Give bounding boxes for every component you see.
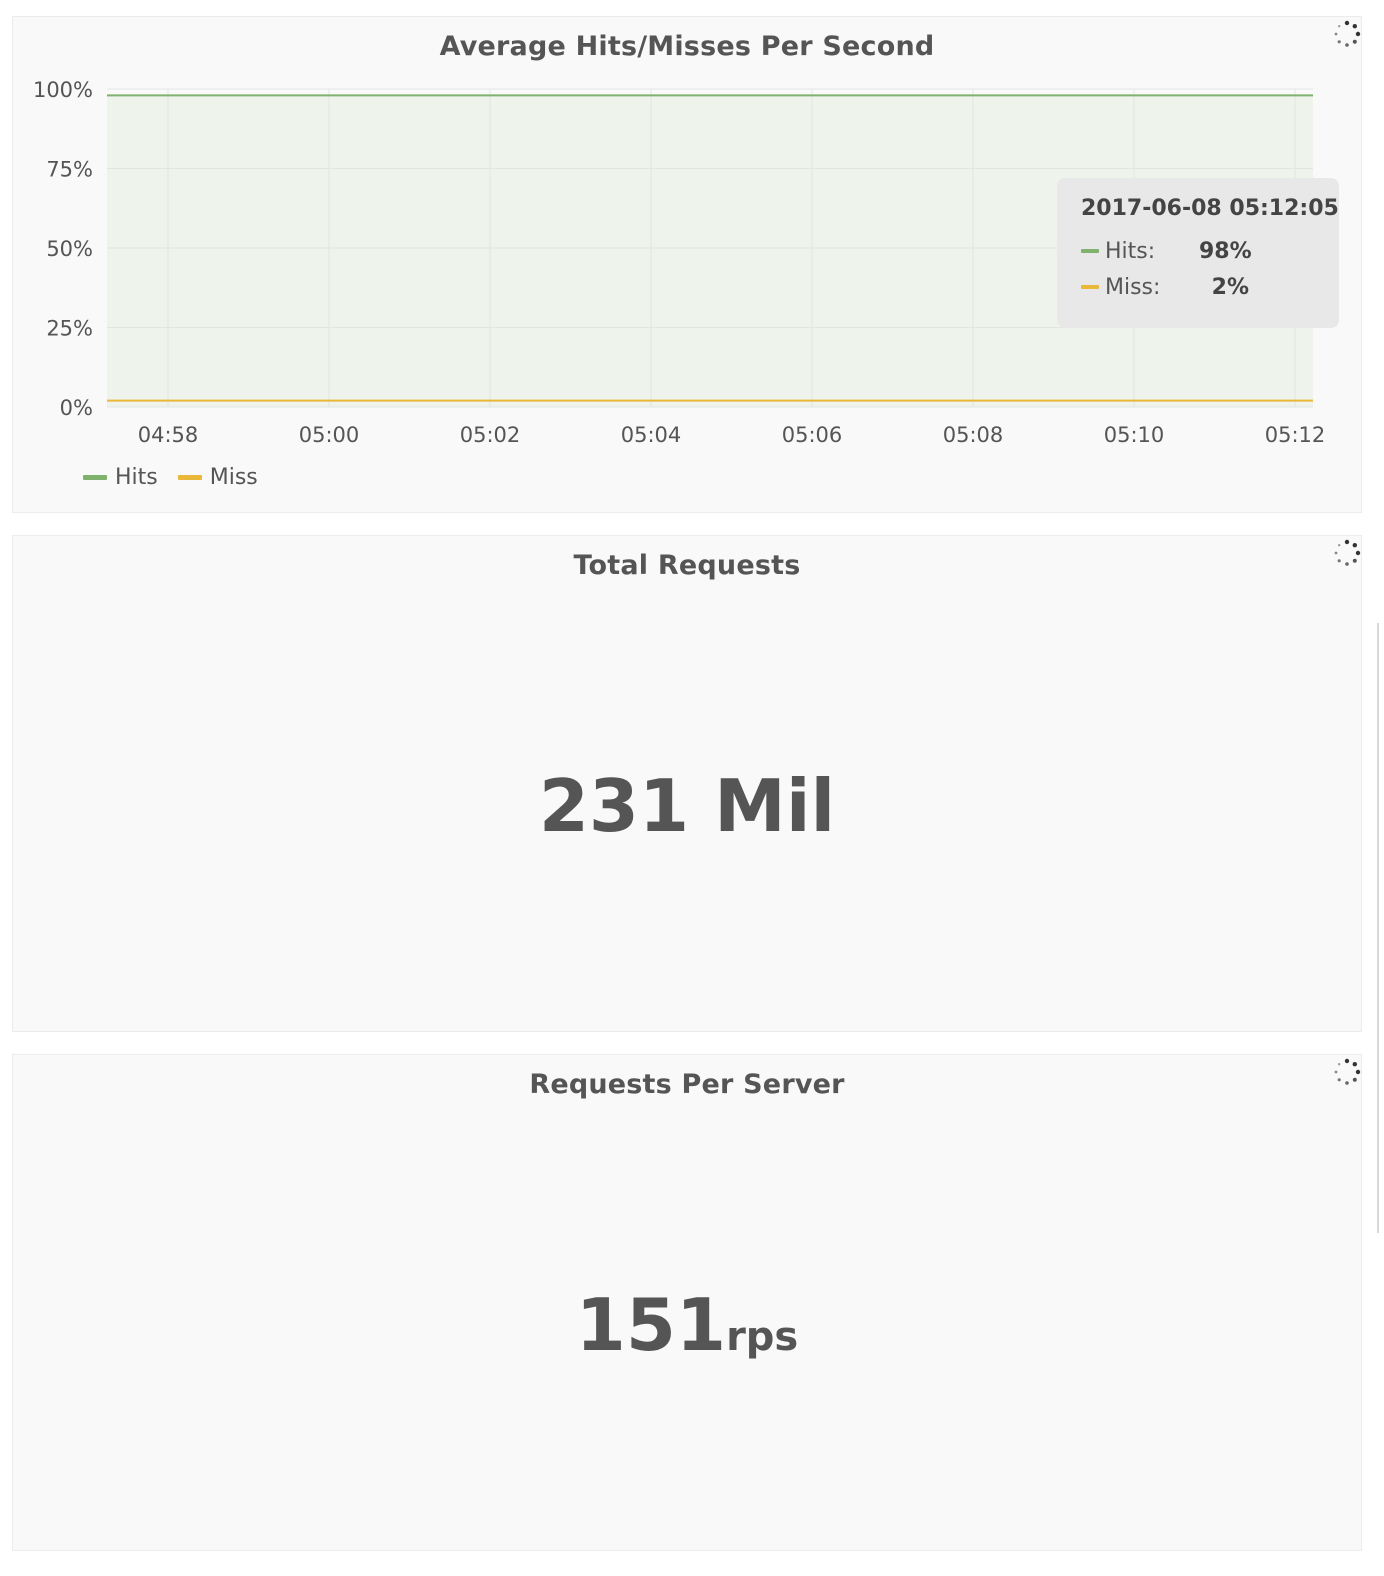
tooltip-value: 98% bbox=[1199, 238, 1252, 264]
tooltip-timestamp: 2017-06-08 05:12:05 bbox=[1081, 196, 1339, 221]
x-tick-label: 05:06 bbox=[782, 423, 843, 447]
loading-spinner-icon bbox=[1334, 1058, 1361, 1085]
x-tick-label: 05:10 bbox=[1104, 423, 1165, 447]
x-tick-label: 05:00 bbox=[299, 423, 360, 447]
legend-swatch-hits bbox=[83, 475, 107, 480]
x-tick-label: 05:04 bbox=[621, 423, 682, 447]
legend-label: Miss bbox=[209, 465, 258, 490]
hits-misses-panel: Average Hits/Misses Per Second 0% 25% 50% 7… bbox=[12, 16, 1362, 513]
tooltip-label: Miss: bbox=[1105, 274, 1161, 300]
scrollbar-edge[interactable] bbox=[1377, 623, 1379, 1233]
chart-legend: Hits Miss bbox=[83, 465, 278, 490]
graph-tooltip: 2017-06-08 05:12:05 Hits: 98% Miss: 2% bbox=[1057, 178, 1339, 328]
tooltip-swatch-miss bbox=[1081, 285, 1099, 289]
requests-per-server-panel: Requests Per Server 151rps bbox=[12, 1054, 1362, 1551]
legend-item-miss[interactable]: Miss bbox=[177, 465, 258, 490]
legend-swatch-miss bbox=[177, 475, 202, 480]
x-tick-label: 04:58 bbox=[138, 423, 199, 447]
y-tick-label: 50% bbox=[46, 237, 93, 261]
tooltip-swatch-hits bbox=[1081, 249, 1099, 253]
y-tick-label: 100% bbox=[33, 78, 93, 102]
total-requests-value: 231 Mil bbox=[538, 764, 836, 848]
requests-per-server-stat: 151rps bbox=[13, 1283, 1361, 1367]
rps-unit: rps bbox=[726, 1314, 799, 1360]
rps-value: 151 bbox=[575, 1283, 727, 1367]
panel-title[interactable]: Requests Per Server bbox=[13, 1069, 1361, 1100]
loading-spinner-icon bbox=[1334, 539, 1361, 566]
x-tick-label: 05:08 bbox=[943, 423, 1004, 447]
tooltip-value: 2% bbox=[1211, 274, 1249, 300]
y-tick-label: 0% bbox=[60, 396, 93, 420]
tooltip-label: Hits: bbox=[1105, 238, 1156, 264]
y-tick-label: 25% bbox=[46, 317, 93, 341]
tooltip-row-miss: Miss: 2% bbox=[1081, 269, 1315, 305]
y-tick-label: 75% bbox=[46, 158, 93, 182]
panel-title[interactable]: Total Requests bbox=[13, 550, 1361, 581]
legend-label: Hits bbox=[115, 465, 158, 490]
x-tick-label: 05:12 bbox=[1265, 423, 1326, 447]
x-tick-label: 05:02 bbox=[460, 423, 521, 447]
legend-item-hits[interactable]: Hits bbox=[83, 465, 158, 490]
total-requests-panel: Total Requests 231 Mil bbox=[12, 535, 1362, 1032]
tooltip-row-hits: Hits: 98% bbox=[1081, 233, 1315, 269]
